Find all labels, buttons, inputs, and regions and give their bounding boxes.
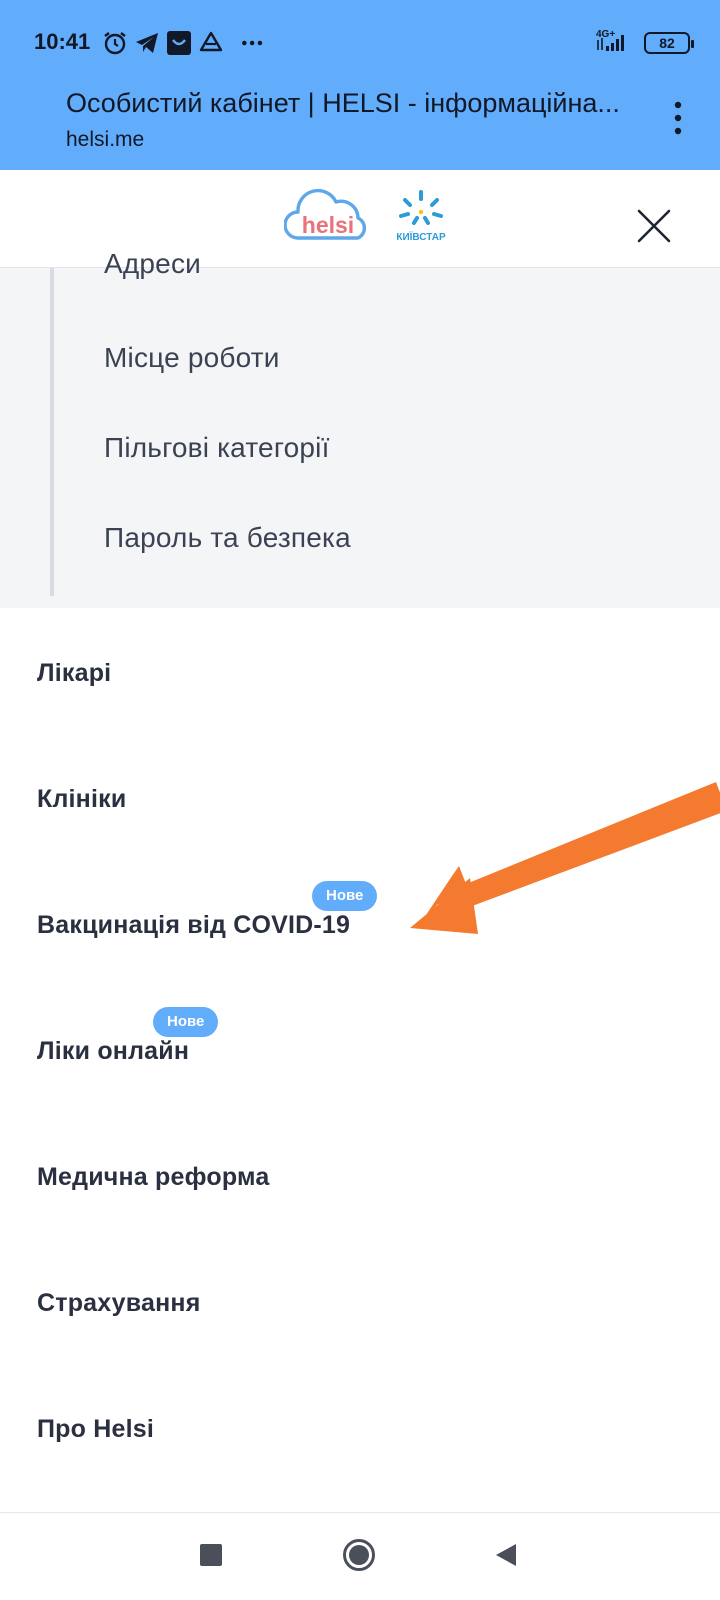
page-title[interactable]: Особистий кабінет | HELSI - інформаційна… [66,88,631,119]
nav-item-label: Медична реформа [37,1163,270,1191]
nav-item-covid-vaccination[interactable]: Вакцинація від COVID-19 Нове [0,860,720,988]
status-time: 10:41 [34,29,91,54]
drive-icon [199,31,223,52]
submenu-item-label: Адреси [104,254,201,279]
close-icon[interactable] [636,208,672,244]
recents-button[interactable] [200,1544,222,1566]
nav-item-label: Страхування [37,1289,201,1317]
shop-icon [167,31,191,55]
page-url[interactable]: helsi.me [66,128,144,152]
new-badge: Нове [153,1007,219,1037]
submenu-item-benefit-categories[interactable]: Пільгові категорії [104,432,330,464]
submenu-item-password-security[interactable]: Пароль та безпека [104,522,351,554]
nav-item-label: Про Helsi [37,1415,155,1443]
screen: 10:41 4G+ 82 Особистий кабінет | HELSI -… [0,0,720,1600]
browser-menu-icon[interactable] [664,101,692,137]
nav-item-about-helsi[interactable]: Про Helsi [0,1364,720,1484]
nav-item-clinics[interactable]: Клініки [0,734,720,862]
submenu-item-addresses[interactable]: Адреси [104,254,201,280]
more-dots-icon [242,40,263,46]
kyivstar-logo-text: КИЇВСТАР [396,230,446,243]
battery-icon: 82 [644,32,694,54]
new-badge: Нове [312,881,378,911]
nav-item-medical-reform[interactable]: Медична реформа [0,1112,720,1240]
helsi-logo-text: helsi [302,212,354,238]
nav-item-insurance[interactable]: Страхування [0,1238,720,1366]
submenu-indent-line [50,268,54,596]
status-bar: 10:41 4G+ 82 [0,0,720,86]
kyivstar-logo[interactable]: КИЇВСТАР [392,190,450,248]
alarm-icon [104,32,126,55]
browser-chrome: 10:41 4G+ 82 Особистий кабінет | HELSI -… [0,0,720,220]
nav-item-label: Лікарі [37,659,112,687]
submenu-item-workplace[interactable]: Місце роботи [104,342,280,374]
nav-item-doctors[interactable]: Лікарі [0,608,720,736]
signal-icon [597,35,624,51]
nav-item-label: Вакцинація від COVID-19 [37,911,351,939]
nav-item-label: Ліки онлайн [37,1037,190,1065]
home-button[interactable] [342,1538,376,1572]
nav-item-label: Клініки [37,785,127,813]
telegram-icon [136,33,158,53]
back-button[interactable] [494,1543,518,1567]
nav-item-medicines-online[interactable]: Ліки онлайн Нове [0,986,720,1114]
helsi-logo[interactable]: helsi [284,188,372,248]
